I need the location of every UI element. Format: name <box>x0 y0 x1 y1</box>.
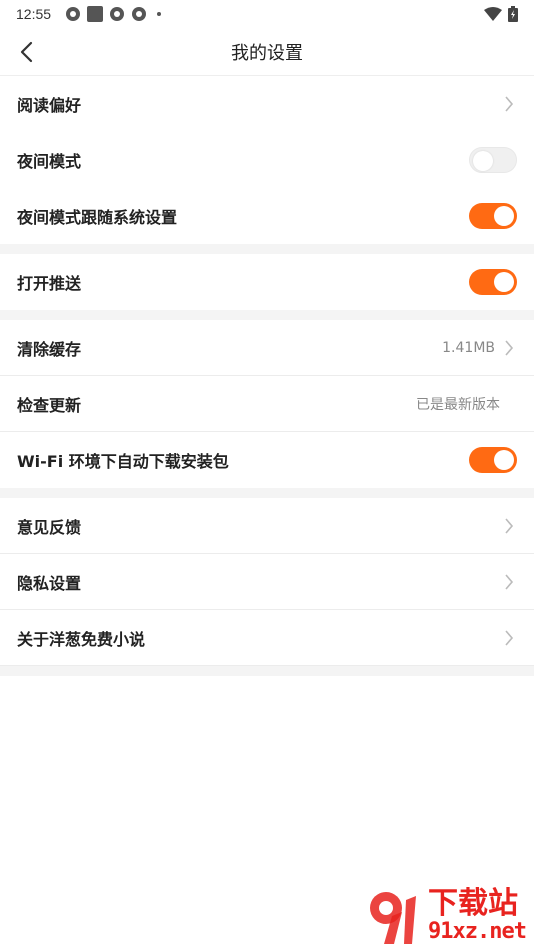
toggle-knob <box>494 450 514 470</box>
toggle-knob <box>473 151 493 171</box>
wifi-auto-download-label: Wi-Fi 环境下自动下载安装包 <box>17 452 229 471</box>
more-notifications-dot <box>157 12 162 16</box>
night-mode-row: 夜间模式 <box>0 132 534 188</box>
settings-group-push: 打开推送 <box>0 254 534 310</box>
section-divider <box>0 488 534 498</box>
watermark-logo-icon <box>370 892 417 944</box>
chevron-right-icon <box>501 518 517 534</box>
system-icons <box>484 6 518 22</box>
settings-group-about: 意见反馈 隐私设置 关于洋葱免费小说 <box>0 498 534 666</box>
status-bar: 12:55 <box>0 0 534 28</box>
wifi-icon <box>484 7 502 21</box>
watermark-url: 91xz.net <box>428 918 527 944</box>
notification-icons <box>65 6 162 22</box>
privacy-settings-label: 隐私设置 <box>17 574 82 593</box>
clear-cache-row[interactable]: 清除缓存 1.41MB <box>0 320 534 376</box>
top-nav-bar: 我的设置 <box>0 28 534 76</box>
wifi-auto-download-toggle[interactable] <box>469 447 517 473</box>
app-notification-icon <box>110 7 125 21</box>
night-mode-toggle[interactable] <box>469 147 517 173</box>
night-mode-follow-system-toggle[interactable] <box>469 203 517 229</box>
battery-icon <box>508 6 518 22</box>
watermark-text: 下载站 91xz.net <box>428 885 527 945</box>
page-title: 我的设置 <box>231 42 303 64</box>
push-notification-row: 打开推送 <box>0 254 534 310</box>
cache-size-value: 1.41MB <box>442 340 495 356</box>
clear-cache-label: 清除缓存 <box>17 340 82 359</box>
toggle-knob <box>494 206 514 226</box>
back-arrow-icon <box>20 41 33 63</box>
feedback-row[interactable]: 意见反馈 <box>0 498 534 554</box>
back-button[interactable] <box>12 38 40 66</box>
about-app-row[interactable]: 关于洋葱免费小说 <box>0 610 534 666</box>
chevron-right-icon <box>501 340 517 356</box>
app-notification-icon <box>66 7 81 21</box>
update-status-value: 已是最新版本 <box>416 397 500 413</box>
check-update-label: 检查更新 <box>17 396 82 415</box>
push-notification-toggle[interactable] <box>469 269 517 295</box>
section-divider <box>0 244 534 254</box>
toggle-knob <box>494 272 514 292</box>
watermark: 下载站 91xz.net <box>362 885 527 948</box>
settings-group-display: 阅读偏好 夜间模式 夜间模式跟随系统设置 <box>0 76 534 244</box>
watermark-title: 下载站 <box>428 885 519 921</box>
chevron-right-icon <box>501 96 517 112</box>
chevron-right-icon <box>501 574 517 590</box>
reading-preference-label: 阅读偏好 <box>17 96 82 115</box>
reading-preference-row[interactable]: 阅读偏好 <box>0 76 534 132</box>
night-mode-label: 夜间模式 <box>17 152 82 171</box>
night-mode-follow-system-row: 夜间模式跟随系统设置 <box>0 188 534 244</box>
settings-group-storage: 清除缓存 1.41MB 检查更新 已是最新版本 Wi-Fi 环境下自动下载安装包 <box>0 320 534 488</box>
chevron-right-icon <box>501 630 517 646</box>
app-notification-icon <box>132 7 147 21</box>
wifi-auto-download-row: Wi-Fi 环境下自动下载安装包 <box>0 432 534 488</box>
check-update-row[interactable]: 检查更新 已是最新版本 <box>0 376 534 432</box>
privacy-settings-row[interactable]: 隐私设置 <box>0 554 534 610</box>
night-mode-follow-system-label: 夜间模式跟随系统设置 <box>17 208 178 227</box>
feedback-label: 意见反馈 <box>17 518 82 537</box>
push-notification-label: 打开推送 <box>17 274 82 293</box>
about-app-label: 关于洋葱免费小说 <box>17 630 146 649</box>
status-time: 12:55 <box>16 6 52 22</box>
app-square-icon <box>87 6 104 22</box>
section-divider <box>0 310 534 320</box>
section-divider <box>0 666 534 676</box>
